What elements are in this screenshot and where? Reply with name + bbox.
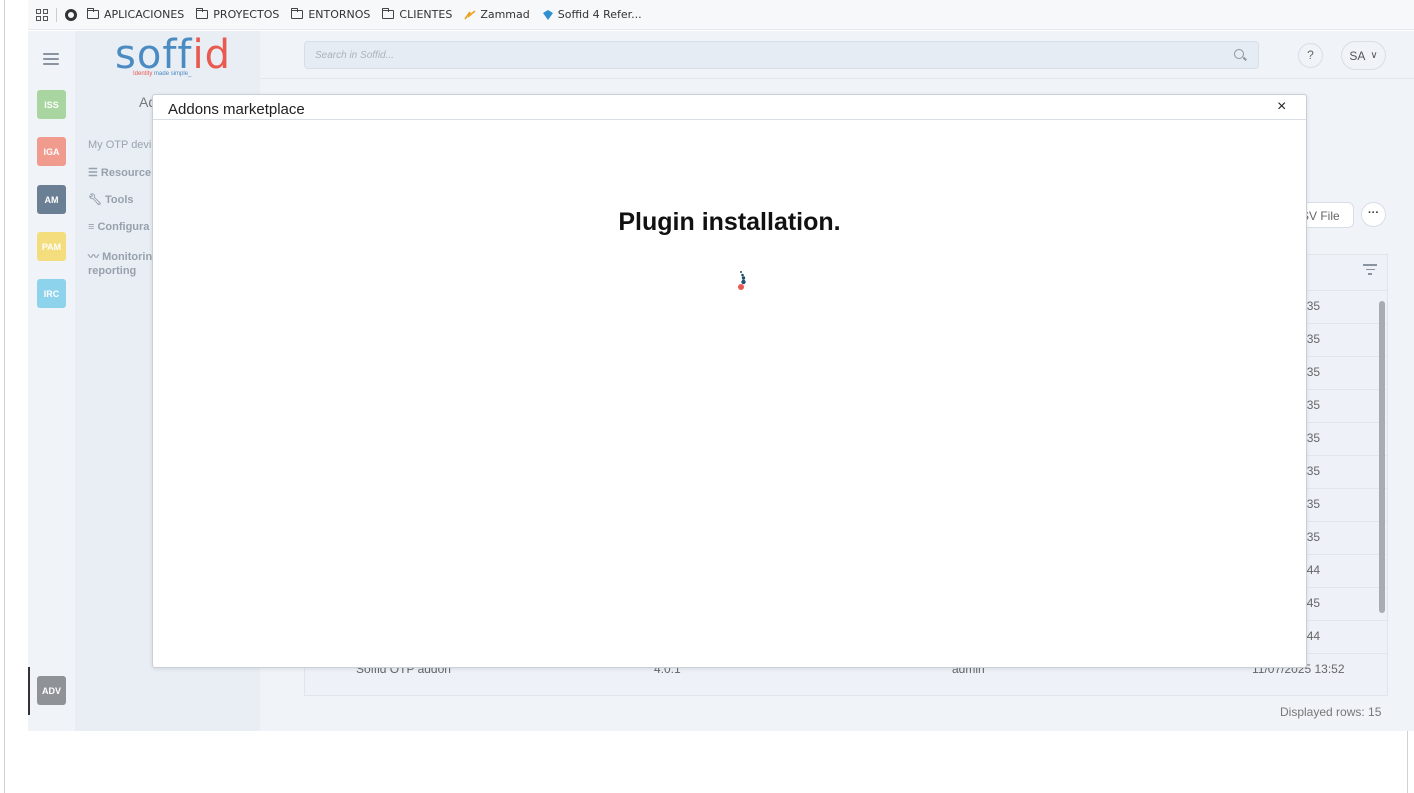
wrench-icon: 🔧︎ — [88, 194, 106, 206]
filter-icon[interactable] — [1363, 264, 1377, 278]
plugin-installation-heading: Plugin installation. — [618, 208, 841, 236]
menu-icon[interactable] — [43, 53, 59, 65]
more-options-button[interactable]: ··· — [1361, 202, 1386, 227]
sidebar-item-configuration[interactable]: ≡ Configura — [88, 221, 149, 233]
sidebar-item-otp-devices[interactable]: My OTP devi — [88, 139, 151, 151]
top-bar: Search in Soffid... ? SA ∨ — [260, 31, 1414, 79]
bookmarks-separator — [56, 7, 57, 22]
rail-item-am[interactable]: AM — [37, 185, 66, 214]
rail-item-iga[interactable]: IGA — [37, 137, 66, 166]
sidebar-item-tools[interactable]: 🔧︎ Tools — [88, 193, 134, 206]
displayed-rows-count: Displayed rows: 15 — [1280, 705, 1382, 719]
loading-spinner-icon — [738, 271, 746, 290]
close-icon[interactable]: × — [1277, 98, 1286, 116]
module-rail: ISS IGA AM PAM IRC ADV — [28, 31, 75, 731]
rail-active-indicator — [28, 667, 30, 715]
bookmark-soffid[interactable]: Soffid 4 Refer... — [542, 8, 642, 21]
folder-icon — [87, 8, 99, 19]
folder-icon — [291, 8, 304, 19]
chart-line-icon: 〰 — [88, 251, 103, 263]
addons-marketplace-dialog: Addons marketplace × Plugin installation… — [152, 94, 1307, 668]
chevron-down-icon: ∨ — [1370, 50, 1378, 61]
dialog-title: Addons marketplace — [168, 101, 305, 118]
apps-grid-icon[interactable] — [36, 8, 48, 21]
globe-icon[interactable] — [65, 8, 77, 21]
sidebar-item-reporting[interactable]: reporting — [88, 265, 136, 277]
help-button[interactable]: ? — [1298, 43, 1323, 68]
soffid-icon — [542, 9, 553, 20]
rail-item-pam[interactable]: PAM — [37, 232, 66, 261]
user-menu-button[interactable]: SA ∨ — [1341, 41, 1386, 70]
database-icon: ☰ — [88, 167, 101, 179]
folder-icon — [196, 8, 209, 19]
rail-item-irc[interactable]: IRC — [37, 279, 66, 308]
dialog-header-divider — [153, 119, 1306, 120]
bookmark-zammad[interactable]: Zammad — [464, 8, 530, 21]
sidebar-item-monitoring[interactable]: 〰 Monitorin — [88, 248, 152, 264]
rail-item-iss[interactable]: ISS — [37, 90, 66, 119]
bookmark-entornos[interactable]: ENTORNOS — [291, 8, 370, 21]
search-input[interactable]: Search in Soffid... — [304, 41, 1259, 69]
bookmark-aplicaciones[interactable]: APLICACIONES — [87, 8, 184, 21]
rail-item-adv[interactable]: ADV — [37, 676, 66, 705]
window-frame-left — [4, 0, 5, 793]
sidebar-item-resources[interactable]: ☰ Resource — [88, 166, 151, 179]
folder-icon — [382, 8, 395, 19]
window-frame-right — [1407, 730, 1408, 793]
bookmarks-bar: APLICACIONES PROYECTOS ENTORNOS CLIENTES… — [28, 0, 1414, 30]
zammad-icon — [464, 9, 476, 19]
search-icon[interactable] — [1234, 49, 1244, 59]
table-scrollbar[interactable] — [1379, 301, 1385, 613]
logo-tagline: Identity made simple_ — [133, 71, 192, 77]
bookmark-clientes[interactable]: CLIENTES — [382, 8, 452, 21]
bookmark-proyectos[interactable]: PROYECTOS — [196, 8, 279, 21]
